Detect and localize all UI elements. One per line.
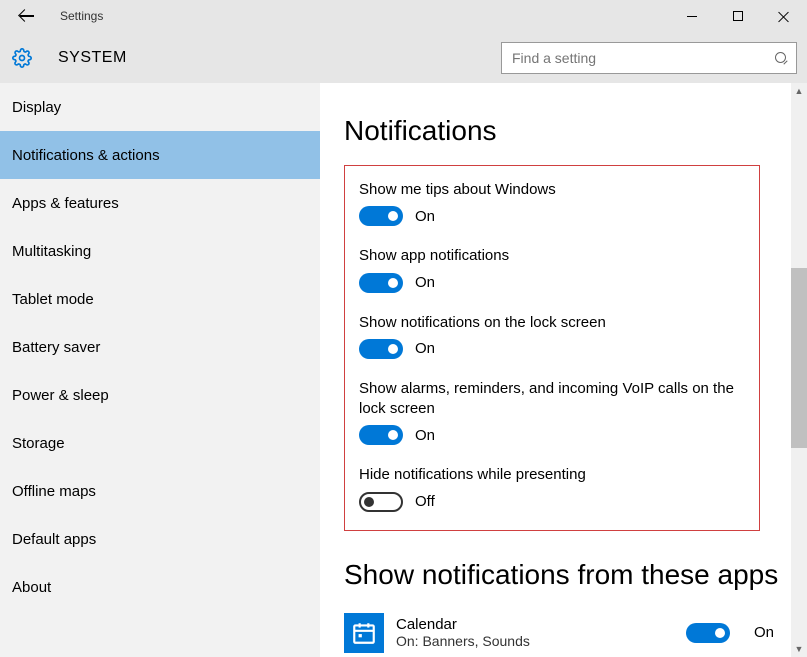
setting-label: Show me tips about Windows xyxy=(359,180,745,200)
sidebar-item-label: Default apps xyxy=(12,531,96,548)
toggle-alarms-lockscreen[interactable] xyxy=(359,425,403,445)
toggle-row: Off xyxy=(359,492,745,512)
toggle-app-notifications[interactable] xyxy=(359,273,403,293)
page-heading: Notifications xyxy=(344,115,783,147)
sidebar-item-offline-maps[interactable]: Offline maps xyxy=(0,467,320,515)
toggle-app-calendar[interactable] xyxy=(686,623,730,643)
section-title: SYSTEM xyxy=(58,49,127,67)
header-bar: Settings SYSTEM xyxy=(0,0,807,83)
toggle-row: On xyxy=(359,206,745,226)
content-pane: Notifications Show me tips about Windows… xyxy=(320,83,807,657)
sidebar-item-label: Power & sleep xyxy=(12,387,109,404)
calendar-icon xyxy=(344,613,384,653)
sidebar-item-label: Offline maps xyxy=(12,483,96,500)
setting-label: Hide notifications while presenting xyxy=(359,465,745,485)
search-box[interactable] xyxy=(501,42,797,74)
sidebar-item-label: Notifications & actions xyxy=(12,147,160,164)
highlight-box: Show me tips about Windows On Show app n… xyxy=(344,165,760,531)
app-info: Calendar On: Banners, Sounds xyxy=(396,616,686,649)
sidebar-item-tablet-mode[interactable]: Tablet mode xyxy=(0,275,320,323)
toggle-row: On xyxy=(359,273,745,293)
window-title: Settings xyxy=(60,9,103,23)
scroll-up-button[interactable]: ▲ xyxy=(791,83,807,99)
toggle-state: On xyxy=(415,340,435,357)
scroll-thumb[interactable] xyxy=(791,268,807,448)
sidebar-item-label: Storage xyxy=(12,435,65,452)
sidebar-item-apps-features[interactable]: Apps & features xyxy=(0,179,320,227)
sidebar-item-notifications[interactable]: Notifications & actions xyxy=(0,131,320,179)
sidebar-item-label: About xyxy=(12,579,51,596)
sidebar-item-display[interactable]: Display xyxy=(0,83,320,131)
sidebar-item-label: Apps & features xyxy=(12,195,119,212)
app-toggle-wrap: On xyxy=(686,623,774,643)
titlebar: Settings xyxy=(0,0,807,32)
gear-icon xyxy=(12,48,32,68)
toggle-tips[interactable] xyxy=(359,206,403,226)
sidebar-item-default-apps[interactable]: Default apps xyxy=(0,515,320,563)
toggle-row: On xyxy=(359,425,745,445)
back-arrow-icon xyxy=(20,9,36,23)
toggle-state: On xyxy=(415,208,435,225)
header-row: SYSTEM xyxy=(0,32,807,83)
sidebar-item-label: Multitasking xyxy=(12,243,91,260)
app-status: On: Banners, Sounds xyxy=(396,633,686,649)
maximize-icon xyxy=(733,11,743,21)
toggle-state: On xyxy=(754,624,774,641)
scroll-down-button[interactable]: ▼ xyxy=(791,641,807,657)
toggle-row: On xyxy=(359,339,745,359)
app-name: Calendar xyxy=(396,616,686,633)
sidebar-item-multitasking[interactable]: Multitasking xyxy=(0,227,320,275)
scrollbar-vertical[interactable]: ▲ ▼ xyxy=(791,83,807,657)
close-icon xyxy=(778,10,790,22)
sidebar-item-battery-saver[interactable]: Battery saver xyxy=(0,323,320,371)
close-button[interactable] xyxy=(761,0,807,32)
sidebar-item-storage[interactable]: Storage xyxy=(0,419,320,467)
apps-heading: Show notifications from these apps xyxy=(344,559,783,591)
sidebar-item-label: Tablet mode xyxy=(12,291,94,308)
toggle-state: On xyxy=(415,274,435,291)
app-row-calendar[interactable]: Calendar On: Banners, Sounds On xyxy=(344,613,774,653)
sidebar: Display Notifications & actions Apps & f… xyxy=(0,83,320,657)
minimize-icon xyxy=(687,16,697,17)
body-area: Display Notifications & actions Apps & f… xyxy=(0,83,807,657)
window-controls xyxy=(669,0,807,32)
sidebar-item-label: Battery saver xyxy=(12,339,100,356)
search-input[interactable] xyxy=(510,49,774,67)
maximize-button[interactable] xyxy=(715,0,761,32)
sidebar-item-about[interactable]: About xyxy=(0,563,320,611)
minimize-button[interactable] xyxy=(669,0,715,32)
setting-label: Show alarms, reminders, and incoming VoI… xyxy=(359,379,745,420)
setting-label: Show notifications on the lock screen xyxy=(359,313,745,333)
back-button[interactable] xyxy=(6,0,50,32)
search-icon xyxy=(774,51,788,65)
setting-label: Show app notifications xyxy=(359,246,745,266)
toggle-state: On xyxy=(415,427,435,444)
toggle-state: Off xyxy=(415,493,435,510)
toggle-lockscreen-notifications[interactable] xyxy=(359,339,403,359)
toggle-hide-presenting[interactable] xyxy=(359,492,403,512)
sidebar-item-label: Display xyxy=(12,99,61,116)
sidebar-item-power-sleep[interactable]: Power & sleep xyxy=(0,371,320,419)
